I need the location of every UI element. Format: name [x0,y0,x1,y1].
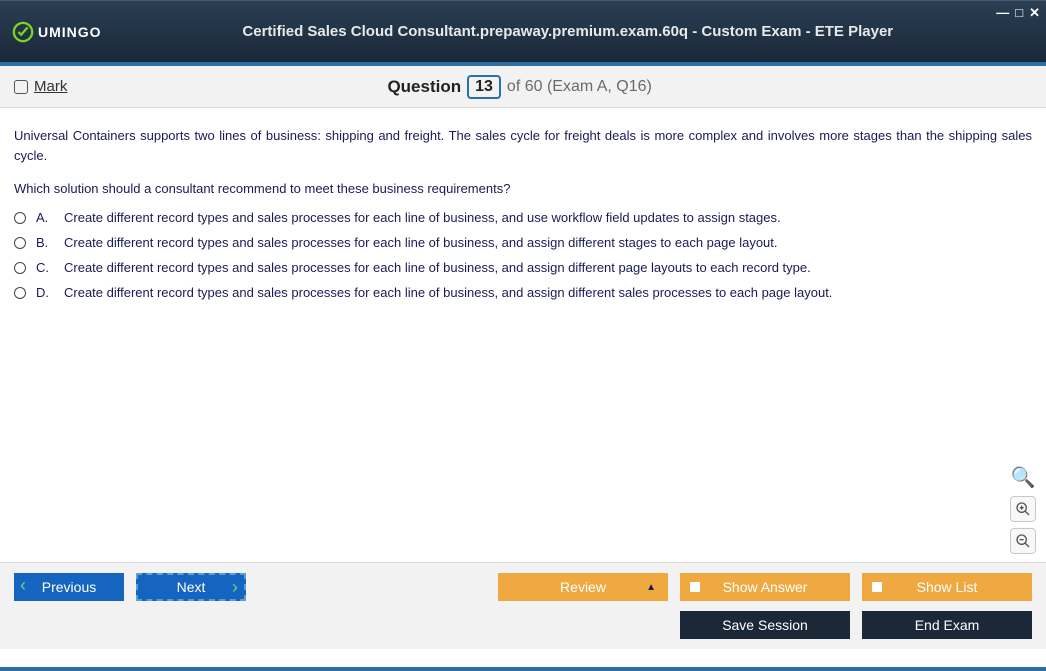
mark-checkbox[interactable] [14,80,28,94]
option-c[interactable]: C. Create different record types and sal… [14,260,1032,275]
option-text: Create different record types and sales … [64,260,811,275]
option-letter: A. [36,210,54,225]
show-list-button[interactable]: Show List [862,573,1032,601]
next-button[interactable]: Next› [136,573,246,601]
end-exam-button[interactable]: End Exam [862,611,1032,639]
minimize-icon[interactable]: — [996,5,1009,21]
search-icon[interactable]: 🔍 [1011,465,1036,490]
save-session-button[interactable]: Save Session [680,611,850,639]
window-title: Certified Sales Cloud Consultant.prepawa… [102,23,1034,40]
question-stem: Universal Containers supports two lines … [14,126,1032,165]
radio-icon[interactable] [14,237,26,249]
option-letter: C. [36,260,54,275]
question-prompt: Which solution should a consultant recom… [14,181,1032,196]
zoom-controls: 🔍 [1010,465,1036,554]
option-text: Create different record types and sales … [64,285,832,300]
options-list: A. Create different record types and sal… [14,210,1032,300]
question-header: Mark Question 13 of 60 (Exam A, Q16) [0,66,1046,108]
mark-label[interactable]: Mark [34,78,67,95]
option-a[interactable]: A. Create different record types and sal… [14,210,1032,225]
question-number: 13 [467,75,501,99]
show-answer-button[interactable]: Show Answer [680,573,850,601]
question-counter: Question 13 of 60 (Exam A, Q16) [67,75,972,99]
radio-icon[interactable] [14,212,26,224]
mark-area[interactable]: Mark [14,78,67,95]
option-text: Create different record types and sales … [64,235,778,250]
option-b[interactable]: B. Create different record types and sal… [14,235,1032,250]
review-button[interactable]: Review▲ [498,573,668,601]
maximize-icon[interactable]: □ [1015,5,1023,21]
option-text: Create different record types and sales … [64,210,781,225]
option-letter: D. [36,285,54,300]
option-letter: B. [36,235,54,250]
option-d[interactable]: D. Create different record types and sal… [14,285,1032,300]
radio-icon[interactable] [14,287,26,299]
logo-check-icon [12,21,34,43]
radio-icon[interactable] [14,262,26,274]
window-controls: — □ ✕ [996,5,1040,21]
close-icon[interactable]: ✕ [1029,5,1040,21]
question-content: Universal Containers supports two lines … [0,108,1046,562]
question-total: of 60 (Exam A, Q16) [507,78,652,96]
previous-button[interactable]: ‹Previous [14,573,124,601]
footer: ‹Previous Next› Review▲ Show Answer Show… [0,562,1046,649]
zoom-out-icon[interactable] [1010,528,1036,554]
bottom-accent [0,667,1046,671]
question-word: Question [387,77,461,97]
logo-text: UMINGO [38,24,102,40]
app-logo: UMINGO [12,21,102,43]
titlebar: UMINGO Certified Sales Cloud Consultant.… [0,0,1046,62]
zoom-in-icon[interactable] [1010,496,1036,522]
